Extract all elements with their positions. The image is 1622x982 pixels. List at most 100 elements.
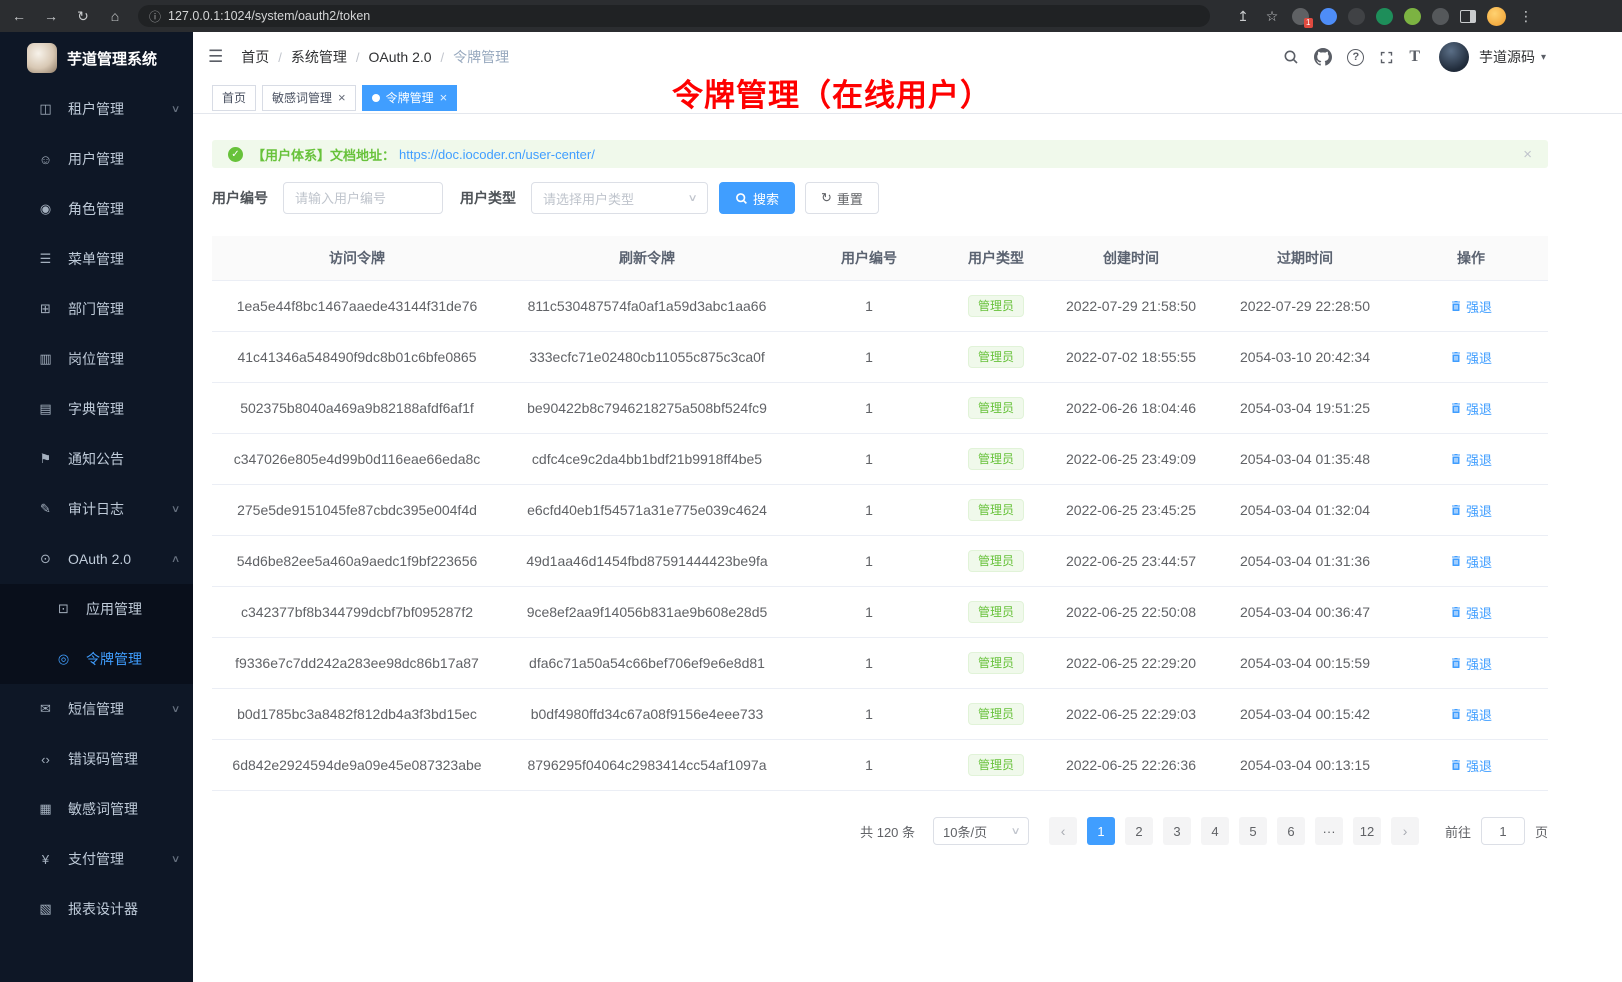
user-id-label: 用户编号 xyxy=(212,188,268,208)
page-button[interactable]: 3 xyxy=(1163,817,1191,845)
application-icon: ⊡ xyxy=(56,601,71,617)
refresh-token-cell: 9ce8ef2aa9f14056b831ae9b608e28d5 xyxy=(502,587,792,638)
force-logout-button[interactable]: 强退 xyxy=(1450,399,1492,418)
user-id-cell: 1 xyxy=(792,383,946,434)
font-size-icon[interactable]: T xyxy=(1409,48,1420,66)
refresh-token-cell: e6cfd40eb1f54571a31e775e039c4624 xyxy=(502,485,792,536)
expire-time-cell: 2054-03-04 00:36:47 xyxy=(1216,587,1394,638)
force-logout-button[interactable]: 强退 xyxy=(1450,501,1492,520)
doc-link[interactable]: https://doc.iocoder.cn/user-center/ xyxy=(399,147,595,162)
token-table: 访问令牌 刷新令牌 用户编号 用户类型 创建时间 过期时间 操作 1ea5e44… xyxy=(212,236,1548,791)
goto-page-input[interactable] xyxy=(1481,817,1525,845)
page-button[interactable]: 12 xyxy=(1353,817,1381,845)
side-panel-icon[interactable] xyxy=(1460,10,1476,23)
share-icon[interactable]: ↥ xyxy=(1234,7,1252,25)
log-icon: ✎ xyxy=(38,501,53,517)
page-button[interactable]: 5 xyxy=(1239,817,1267,845)
user-type-cell: 管理员 xyxy=(946,536,1046,587)
github-icon[interactable] xyxy=(1314,48,1332,66)
page-button[interactable]: 1 xyxy=(1087,817,1115,845)
extension-icon[interactable] xyxy=(1404,8,1421,25)
extension-icon[interactable] xyxy=(1432,8,1449,25)
sidebar: 芋道管理系统 ◫ 租户管理 ∨ ☺ 用户管理 ◉ 角色管理 ☰ 菜单管理 ⊞ xyxy=(0,32,193,982)
user-type-select[interactable]: 请选择用户类型 ∨ xyxy=(531,182,708,214)
sidebar-item-post[interactable]: ▥ 岗位管理 xyxy=(0,334,193,384)
sidebar-item-audit-log[interactable]: ✎ 审计日志 ∨ xyxy=(0,484,193,534)
breadcrumb-home[interactable]: 首页 xyxy=(241,47,269,67)
search-button[interactable]: 搜索 xyxy=(719,182,795,214)
sidebar-item-oauth2[interactable]: ⊙ OAuth 2.0 ∧ xyxy=(0,534,193,584)
force-logout-button[interactable]: 强退 xyxy=(1450,348,1492,367)
actions-cell: 强退 xyxy=(1394,281,1548,332)
close-icon[interactable]: × xyxy=(338,91,346,104)
refresh-token-cell: 8796295f04064c2983414cc54af1097a xyxy=(502,740,792,791)
force-logout-button[interactable]: 强退 xyxy=(1450,450,1492,469)
url-bar[interactable]: ⓘ 127.0.0.1:1024/system/oauth2/token xyxy=(138,5,1210,27)
oauth2-icon: ⊙ xyxy=(38,551,53,567)
sidebar-toggle-icon[interactable]: ☰ xyxy=(208,47,223,67)
prev-page-button[interactable]: ‹ xyxy=(1049,817,1077,845)
sidebar-item-notice[interactable]: ⚑ 通知公告 xyxy=(0,434,193,484)
sidebar-item-sms[interactable]: ✉ 短信管理 ∨ xyxy=(0,684,193,734)
menu-icon: ☰ xyxy=(38,251,53,267)
fullscreen-icon[interactable] xyxy=(1379,50,1394,65)
force-logout-button[interactable]: 强退 xyxy=(1450,603,1492,622)
tab-token[interactable]: 令牌管理 × xyxy=(362,85,458,111)
breadcrumb-oauth2[interactable]: OAuth 2.0 xyxy=(369,49,432,65)
sidebar-item-tenant[interactable]: ◫ 租户管理 ∨ xyxy=(0,84,193,134)
create-time-cell: 2022-06-25 22:50:08 xyxy=(1046,587,1216,638)
help-icon[interactable]: ? xyxy=(1347,49,1364,66)
access-token-cell: 502375b8040a469a9b82188afdf6af1f xyxy=(212,383,502,434)
tab-home[interactable]: 首页 xyxy=(212,85,256,111)
sidebar-item-report-designer[interactable]: ▧ 报表设计器 xyxy=(0,884,193,934)
back-icon[interactable]: ← xyxy=(10,7,28,25)
sidebar-item-error-code[interactable]: ‹› 错误码管理 xyxy=(0,734,193,784)
home-icon[interactable]: ⌂ xyxy=(106,7,124,25)
sidebar-item-role[interactable]: ◉ 角色管理 xyxy=(0,184,193,234)
sidebar-item-sensitive-word[interactable]: ▦ 敏感词管理 xyxy=(0,784,193,834)
close-icon[interactable]: × xyxy=(440,91,448,104)
sidebar-item-oauth2-application[interactable]: ⊡ 应用管理 xyxy=(0,584,193,634)
tab-sensitive-word[interactable]: 敏感词管理 × xyxy=(262,85,356,111)
page-button[interactable]: 6 xyxy=(1277,817,1305,845)
sidebar-item-menu[interactable]: ☰ 菜单管理 xyxy=(0,234,193,284)
extension-icon[interactable] xyxy=(1376,8,1393,25)
browser-menu-icon[interactable]: ⋮ xyxy=(1517,7,1535,25)
access-token-cell: 41c41346a548490f9dc8b01c6bfe0865 xyxy=(212,332,502,383)
forward-icon[interactable]: → xyxy=(42,7,60,25)
extension-icon[interactable]: 1 xyxy=(1292,8,1309,25)
user-id-input[interactable] xyxy=(283,182,443,214)
user-avatar[interactable] xyxy=(1439,42,1469,72)
force-logout-button[interactable]: 强退 xyxy=(1450,705,1492,724)
force-logout-button[interactable]: 强退 xyxy=(1450,552,1492,571)
sidebar-item-dict[interactable]: ▤ 字典管理 xyxy=(0,384,193,434)
reset-button[interactable]: ↻ 重置 xyxy=(805,182,879,214)
sidebar-item-dept[interactable]: ⊞ 部门管理 xyxy=(0,284,193,334)
next-page-button[interactable]: › xyxy=(1391,817,1419,845)
delete-icon xyxy=(1450,708,1462,720)
sidebar-item-payment[interactable]: ¥ 支付管理 ∨ xyxy=(0,834,193,884)
username[interactable]: 芋道源码 xyxy=(1479,47,1535,67)
page-button[interactable]: 2 xyxy=(1125,817,1153,845)
extension-icon[interactable] xyxy=(1320,8,1337,25)
sidebar-item-oauth2-token[interactable]: ◎ 令牌管理 xyxy=(0,634,193,684)
reload-icon[interactable]: ↻ xyxy=(74,7,92,25)
force-logout-button[interactable]: 强退 xyxy=(1450,756,1492,775)
browser-profile-avatar[interactable] xyxy=(1487,7,1506,26)
chevron-down-icon[interactable]: ▾ xyxy=(1541,52,1546,63)
search-icon[interactable] xyxy=(1283,49,1299,65)
page-button[interactable]: 4 xyxy=(1201,817,1229,845)
sidebar-item-user[interactable]: ☺ 用户管理 xyxy=(0,134,193,184)
force-logout-button[interactable]: 强退 xyxy=(1450,297,1492,316)
alert-close-icon[interactable]: × xyxy=(1523,146,1532,163)
site-info-icon[interactable]: ⓘ xyxy=(149,8,161,25)
success-check-icon: ✓ xyxy=(228,147,243,162)
bookmark-star-icon[interactable]: ☆ xyxy=(1263,7,1281,25)
breadcrumb-system[interactable]: 系统管理 xyxy=(291,47,347,67)
create-time-cell: 2022-06-25 22:29:03 xyxy=(1046,689,1216,740)
page-size-select[interactable]: 10条/页 ∨ xyxy=(933,817,1029,845)
create-time-cell: 2022-06-25 23:45:25 xyxy=(1046,485,1216,536)
page-ellipsis-button[interactable]: ··· xyxy=(1315,817,1343,845)
extension-icon[interactable] xyxy=(1348,8,1365,25)
force-logout-button[interactable]: 强退 xyxy=(1450,654,1492,673)
